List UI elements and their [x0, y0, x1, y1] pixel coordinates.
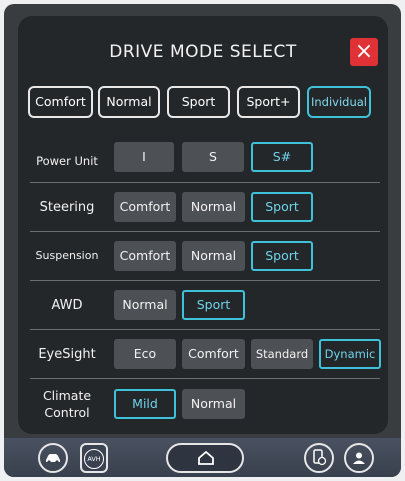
drive-mode-panel: DRIVE MODE SELECT × Comfort Normal Sport… — [18, 16, 388, 434]
user-icon — [353, 452, 365, 464]
row-label: AWD — [51, 298, 83, 313]
steering-row: Steering Comfort Normal Sport — [18, 192, 388, 232]
row-label-line: Climate — [42, 388, 92, 403]
climate-mild-option[interactable]: Mild — [114, 389, 176, 419]
suspension-comfort-option[interactable]: Comfort — [114, 241, 176, 271]
steering-comfort-option[interactable]: Comfort — [114, 192, 176, 222]
suspension-sport-option[interactable]: Sport — [251, 241, 313, 271]
car-icon — [46, 454, 60, 464]
awd-row: AWD Normal Sport — [18, 290, 388, 330]
home-button[interactable] — [166, 443, 244, 473]
row-label-line: Control — [44, 405, 90, 420]
eyesight-dynamic-option[interactable]: Dynamic — [319, 339, 381, 369]
mode-sport-plus-button[interactable]: Sport+ — [237, 86, 300, 118]
eyesight-comfort-option[interactable]: Comfort — [182, 339, 245, 369]
mode-normal-button[interactable]: Normal — [98, 86, 160, 118]
eyesight-standard-option[interactable]: Standard — [251, 339, 313, 369]
eyesight-eco-option[interactable]: Eco — [114, 339, 176, 369]
divider — [30, 231, 380, 232]
mode-selector: Comfort Normal Sport Sport+ Individual — [28, 86, 383, 120]
row-label: Suspension — [35, 249, 99, 262]
bottom-bar: AVH — [4, 438, 401, 477]
awd-normal-option[interactable]: Normal — [114, 290, 176, 320]
mode-individual-button[interactable]: Individual — [307, 86, 371, 118]
power-unit-row: Power Unit I S S# — [18, 142, 388, 182]
home-icon — [198, 451, 214, 465]
power-unit-s-option[interactable]: S — [182, 142, 244, 172]
avh-icon: AVH — [84, 449, 104, 469]
climate-control-row: Climate Control Mild Normal — [18, 387, 388, 431]
suspension-normal-option[interactable]: Normal — [182, 241, 245, 271]
mode-comfort-button[interactable]: Comfort — [28, 86, 93, 118]
phone-projection-button[interactable] — [304, 443, 334, 473]
profile-button[interactable] — [344, 443, 374, 473]
awd-sport-option[interactable]: Sport — [182, 290, 245, 320]
row-label: Steering — [39, 200, 95, 215]
avh-button[interactable]: AVH — [80, 443, 108, 473]
close-icon: × — [354, 39, 374, 64]
row-label: Climate Control — [22, 387, 112, 421]
row-label: EyeSight — [38, 347, 96, 362]
power-unit-i-option[interactable]: I — [114, 142, 174, 172]
vehicle-button[interactable] — [38, 443, 68, 473]
page-title: DRIVE MODE SELECT — [109, 42, 297, 62]
mode-sport-button[interactable]: Sport — [167, 86, 230, 118]
phone-projection-icon — [313, 449, 327, 466]
climate-normal-option[interactable]: Normal — [182, 389, 245, 419]
infotainment-screen: DRIVE MODE SELECT × Comfort Normal Sport… — [4, 4, 401, 477]
suspension-row: Suspension Comfort Normal Sport — [18, 241, 388, 281]
close-button[interactable]: × — [350, 38, 378, 66]
divider — [30, 182, 380, 183]
power-unit-s-sharp-option[interactable]: S# — [251, 142, 313, 172]
row-label: Power Unit — [36, 154, 98, 168]
steering-normal-option[interactable]: Normal — [182, 192, 245, 222]
divider — [30, 329, 380, 330]
divider — [30, 280, 380, 281]
eyesight-row: EyeSight Eco Comfort Standard Dynamic — [18, 339, 388, 379]
divider — [30, 378, 380, 379]
steering-sport-option[interactable]: Sport — [251, 192, 313, 222]
